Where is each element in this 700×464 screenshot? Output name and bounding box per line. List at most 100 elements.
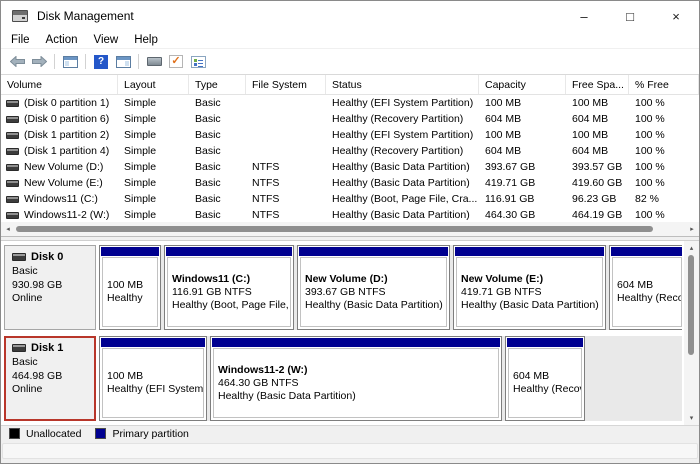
volume-icon [6,180,19,187]
cell-capacity: 419.71 GB [479,177,566,189]
cell-capacity: 604 MB [479,113,566,125]
partition-strip: 100 MBHealthyWindows11 (C:)116.91 GB NTF… [99,245,682,330]
column-header-file_system[interactable]: File System [246,75,326,94]
back-icon[interactable] [6,52,28,72]
close-icon: × [672,9,680,24]
vertical-scroll-thumb[interactable] [688,255,694,355]
scroll-up-icon[interactable]: ▴ [684,241,699,255]
partition-body: 100 MBHealthy [102,257,158,327]
partition-block[interactable]: 100 MBHealthy [99,245,161,330]
disk-label-disk-0[interactable]: Disk 0Basic930.98 GBOnline [4,245,96,330]
column-header-pct_free[interactable]: % Free [629,75,699,94]
cell-layout: Simple [118,97,189,109]
forward-icon[interactable] [28,52,50,72]
partition-size: 604 MB [617,279,677,292]
close-button[interactable]: × [653,1,699,31]
vertical-scrollbar[interactable]: ▴ ▾ [684,241,699,425]
status-bar [1,441,699,463]
partition-body: Windows11-2 (W:)464.30 GB NTFSHealthy (B… [213,348,499,418]
volume-name: New Volume (E:) [24,177,103,189]
menu-item-action[interactable]: Action [38,32,86,48]
menu-item-view[interactable]: View [86,32,127,48]
partition-color-band [166,247,292,256]
action-pane-icon[interactable] [112,52,134,72]
cell-free_space: 464.19 GB [566,209,629,221]
cell-status: Healthy (Recovery Partition) [326,145,479,157]
volume-name: Windows11-2 (W:) [24,209,109,221]
cell-type: Basic [189,177,246,189]
scroll-right-icon[interactable]: ▸ [685,222,699,236]
cell-capacity: 464.30 GB [479,209,566,221]
partition-block[interactable]: New Volume (D:)393.67 GB NTFSHealthy (Ba… [297,245,450,330]
properties-list-icon[interactable] [187,52,209,72]
menu-item-help[interactable]: Help [126,32,166,48]
scroll-down-icon[interactable]: ▾ [684,411,699,425]
disk-label-disk-1[interactable]: Disk 1Basic464.98 GBOnline [4,336,96,421]
column-header-capacity[interactable]: Capacity [479,75,566,94]
disk-name: Disk 0 [12,251,95,263]
console-tree-icon[interactable] [59,52,81,72]
volume-icon [6,116,19,123]
column-header-volume[interactable]: Volume [1,75,118,94]
device-icon[interactable] [143,52,165,72]
cell-status: Healthy (Basic Data Partition) [326,209,479,221]
cell-volume: New Volume (D:) [1,161,118,173]
partition-block[interactable]: Windows11 (C:)116.91 GB NTFSHealthy (Boo… [164,245,294,330]
cell-status: Healthy (Basic Data Partition) [326,177,479,189]
minimize-button[interactable]: – [561,1,607,31]
volume-table-header: VolumeLayoutTypeFile SystemStatusCapacit… [1,75,699,95]
partition-block[interactable]: 604 MBHealthy (Reco [609,245,682,330]
partition-block[interactable]: 604 MBHealthy (Recovery Partition) [505,336,585,421]
horizontal-scrollbar[interactable]: ◂ ▸ [1,222,699,236]
maximize-button[interactable]: □ [607,1,653,31]
cell-type: Basic [189,193,246,205]
partition-title: Windows11 (C:) [172,273,286,286]
legend-label: Primary partition [112,428,188,440]
partition-block[interactable]: New Volume (E:)419.71 GB NTFSHealthy (Ba… [453,245,606,330]
volume-icon [6,100,19,107]
cell-status: Healthy (EFI System Partition) [326,97,479,109]
cell-file_system: NTFS [246,209,326,221]
partition-title: Windows11-2 (W:) [218,364,494,377]
volume-row[interactable]: New Volume (E:)SimpleBasicNTFSHealthy (B… [1,175,699,191]
disk-icon [12,344,26,352]
horizontal-scroll-thumb[interactable] [16,226,653,232]
cell-pct_free: 100 % [629,161,699,173]
column-header-status[interactable]: Status [326,75,479,94]
menu-item-file[interactable]: File [3,32,38,48]
help-icon[interactable]: ? [90,52,112,72]
column-header-type[interactable]: Type [189,75,246,94]
cell-capacity: 393.67 GB [479,161,566,173]
disk-name-label: Disk 1 [31,342,63,354]
volume-row[interactable]: Windows11-2 (W:)SimpleBasicNTFSHealthy (… [1,207,699,223]
cell-status: Healthy (EFI System Partition) [326,129,479,141]
partition-status: Healthy (Basic Data Partition) [461,299,598,312]
volume-name: (Disk 0 partition 1) [24,97,109,109]
volume-row[interactable]: (Disk 1 partition 4)SimpleBasicHealthy (… [1,143,699,159]
cell-free_space: 393.57 GB [566,161,629,173]
volume-row[interactable]: (Disk 0 partition 6)SimpleBasicHealthy (… [1,111,699,127]
partition-block[interactable]: Windows11-2 (W:)464.30 GB NTFSHealthy (B… [210,336,502,421]
cell-free_space: 100 MB [566,129,629,141]
check-disk-icon[interactable]: ✓ [165,52,187,72]
scroll-left-icon[interactable]: ◂ [1,222,15,236]
column-header-layout[interactable]: Layout [118,75,189,94]
volume-name: (Disk 0 partition 6) [24,113,109,125]
partition-color-band [611,247,682,256]
partition-size: 464.30 GB NTFS [218,377,494,390]
disk-size: 464.98 GB [12,370,94,384]
cell-volume: (Disk 1 partition 4) [1,145,118,157]
menu-bar: FileActionViewHelp [1,31,699,49]
column-header-free_space[interactable]: Free Spa... [566,75,629,94]
volume-row[interactable]: (Disk 1 partition 2)SimpleBasicHealthy (… [1,127,699,143]
partition-body: New Volume (E:)419.71 GB NTFSHealthy (Ba… [456,257,603,327]
disk-status: Online [12,292,95,306]
partition-body: 100 MBHealthy (EFI System [102,348,204,418]
cell-free_space: 604 MB [566,113,629,125]
partition-block[interactable]: 100 MBHealthy (EFI System [99,336,207,421]
disk-management-app-icon [12,10,28,22]
cell-type: Basic [189,209,246,221]
volume-row[interactable]: Windows11 (C:)SimpleBasicNTFSHealthy (Bo… [1,191,699,207]
volume-row[interactable]: (Disk 0 partition 1)SimpleBasicHealthy (… [1,95,699,111]
volume-row[interactable]: New Volume (D:)SimpleBasicNTFSHealthy (B… [1,159,699,175]
